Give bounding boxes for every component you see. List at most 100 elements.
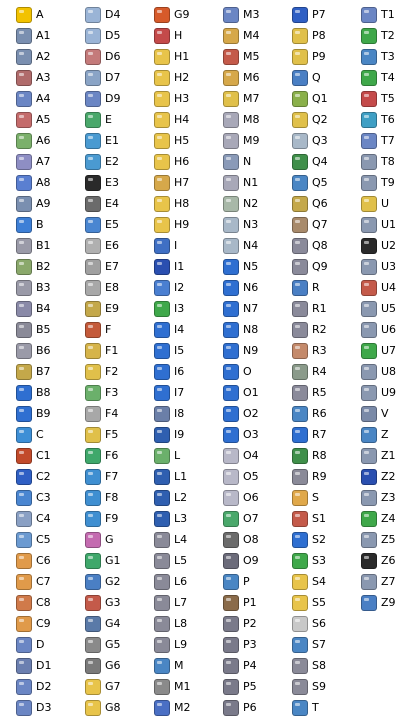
icon-entry-h5[interactable]: H5 — [138, 131, 204, 150]
icon-entry-b4[interactable]: B4 — [0, 299, 66, 318]
icon-entry-p6[interactable]: P6 — [207, 698, 273, 717]
icon-entry-a9[interactable]: A9 — [0, 194, 66, 213]
icon-entry-r3[interactable]: R3 — [276, 341, 342, 360]
icon-entry-r1[interactable]: R1 — [276, 299, 342, 318]
icon-entry-l3[interactable]: L3 — [138, 509, 204, 528]
icon-entry-g8[interactable]: G8 — [69, 698, 135, 717]
icon-entry-u3[interactable]: U3 — [345, 257, 411, 276]
icon-entry-i5[interactable]: I5 — [138, 341, 204, 360]
icon-entry-t6[interactable]: T6 — [345, 110, 411, 129]
icon-entry-q8[interactable]: Q8 — [276, 236, 342, 255]
icon-entry-p5[interactable]: P5 — [207, 677, 273, 696]
icon-entry-d7[interactable]: D7 — [69, 68, 135, 87]
icon-entry-b5[interactable]: B5 — [0, 320, 66, 339]
icon-entry-a7[interactable]: A7 — [0, 152, 66, 171]
icon-entry-h[interactable]: H — [138, 26, 204, 45]
icon-entry-g1[interactable]: G1 — [69, 551, 135, 570]
icon-entry-g6[interactable]: G6 — [69, 656, 135, 675]
icon-entry-g7[interactable]: G7 — [69, 677, 135, 696]
icon-entry-o3[interactable]: O3 — [207, 425, 273, 444]
icon-entry-c4[interactable]: C4 — [0, 509, 66, 528]
icon-entry-o9[interactable]: O9 — [207, 551, 273, 570]
icon-entry-q[interactable]: Q — [276, 68, 342, 87]
icon-entry-t7[interactable]: T7 — [345, 131, 411, 150]
icon-entry-b[interactable]: B — [0, 215, 66, 234]
icon-entry-f1[interactable]: F1 — [69, 341, 135, 360]
icon-entry-d9[interactable]: D9 — [69, 89, 135, 108]
icon-entry-t4[interactable]: T4 — [345, 68, 411, 87]
icon-entry-e8[interactable]: E8 — [69, 278, 135, 297]
icon-entry-n3[interactable]: N3 — [207, 215, 273, 234]
icon-entry-s5[interactable]: S5 — [276, 593, 342, 612]
icon-entry-b2[interactable]: B2 — [0, 257, 66, 276]
icon-entry-c8[interactable]: C8 — [0, 593, 66, 612]
icon-entry-u7[interactable]: U7 — [345, 341, 411, 360]
icon-entry-m1[interactable]: M1 — [138, 677, 204, 696]
icon-entry-z5[interactable]: Z5 — [345, 530, 411, 549]
icon-entry-b1[interactable]: B1 — [0, 236, 66, 255]
icon-entry-r7[interactable]: R7 — [276, 425, 342, 444]
icon-entry-a2[interactable]: A2 — [0, 47, 66, 66]
icon-entry-d2[interactable]: D2 — [0, 677, 66, 696]
icon-entry-l4[interactable]: L4 — [138, 530, 204, 549]
icon-entry-u[interactable]: U — [345, 194, 411, 213]
icon-entry-u8[interactable]: U8 — [345, 362, 411, 381]
icon-entry-h2[interactable]: H2 — [138, 68, 204, 87]
icon-entry-s3[interactable]: S3 — [276, 551, 342, 570]
icon-entry-v[interactable]: V — [345, 404, 411, 423]
icon-entry-z7[interactable]: Z7 — [345, 572, 411, 591]
icon-entry-p9[interactable]: P9 — [276, 47, 342, 66]
icon-entry-e6[interactable]: E6 — [69, 236, 135, 255]
icon-entry-b9[interactable]: B9 — [0, 404, 66, 423]
icon-entry-o1[interactable]: O1 — [207, 383, 273, 402]
icon-entry-a[interactable]: A — [0, 5, 66, 24]
icon-entry-f8[interactable]: F8 — [69, 488, 135, 507]
icon-entry-l1[interactable]: L1 — [138, 467, 204, 486]
icon-entry-o8[interactable]: O8 — [207, 530, 273, 549]
icon-entry-m6[interactable]: M6 — [207, 68, 273, 87]
icon-entry-m5[interactable]: M5 — [207, 47, 273, 66]
icon-entry-q2[interactable]: Q2 — [276, 110, 342, 129]
icon-entry-i[interactable]: I — [138, 236, 204, 255]
icon-entry-n6[interactable]: N6 — [207, 278, 273, 297]
icon-entry-q9[interactable]: Q9 — [276, 257, 342, 276]
icon-entry-r8[interactable]: R8 — [276, 446, 342, 465]
icon-entry-e2[interactable]: E2 — [69, 152, 135, 171]
icon-entry-p7[interactable]: P7 — [276, 5, 342, 24]
icon-entry-f5[interactable]: F5 — [69, 425, 135, 444]
icon-entry-t9[interactable]: T9 — [345, 173, 411, 192]
icon-entry-l2[interactable]: L2 — [138, 488, 204, 507]
icon-entry-g4[interactable]: G4 — [69, 614, 135, 633]
icon-entry-r6[interactable]: R6 — [276, 404, 342, 423]
icon-entry-o2[interactable]: O2 — [207, 404, 273, 423]
icon-entry-q1[interactable]: Q1 — [276, 89, 342, 108]
icon-entry-m2[interactable]: M2 — [138, 698, 204, 717]
icon-entry-o[interactable]: O — [207, 362, 273, 381]
icon-entry-q4[interactable]: Q4 — [276, 152, 342, 171]
icon-entry-a8[interactable]: A8 — [0, 173, 66, 192]
icon-entry-e4[interactable]: E4 — [69, 194, 135, 213]
icon-entry-c9[interactable]: C9 — [0, 614, 66, 633]
icon-entry-h3[interactable]: H3 — [138, 89, 204, 108]
icon-entry-d1[interactable]: D1 — [0, 656, 66, 675]
icon-entry-p8[interactable]: P8 — [276, 26, 342, 45]
icon-entry-l5[interactable]: L5 — [138, 551, 204, 570]
icon-entry-s8[interactable]: S8 — [276, 656, 342, 675]
icon-entry-l9[interactable]: L9 — [138, 635, 204, 654]
icon-entry-z[interactable]: Z — [345, 425, 411, 444]
icon-entry-s2[interactable]: S2 — [276, 530, 342, 549]
icon-entry-m3[interactable]: M3 — [207, 5, 273, 24]
icon-entry-u5[interactable]: U5 — [345, 299, 411, 318]
icon-entry-a5[interactable]: A5 — [0, 110, 66, 129]
icon-entry-z9[interactable]: Z9 — [345, 593, 411, 612]
icon-entry-h9[interactable]: H9 — [138, 215, 204, 234]
icon-entry-c[interactable]: C — [0, 425, 66, 444]
icon-entry-c1[interactable]: C1 — [0, 446, 66, 465]
icon-entry-t8[interactable]: T8 — [345, 152, 411, 171]
icon-entry-g3[interactable]: G3 — [69, 593, 135, 612]
icon-entry-a4[interactable]: A4 — [0, 89, 66, 108]
icon-entry-o5[interactable]: O5 — [207, 467, 273, 486]
icon-entry-d3[interactable]: D3 — [0, 698, 66, 717]
icon-entry-h6[interactable]: H6 — [138, 152, 204, 171]
icon-entry-f9[interactable]: F9 — [69, 509, 135, 528]
